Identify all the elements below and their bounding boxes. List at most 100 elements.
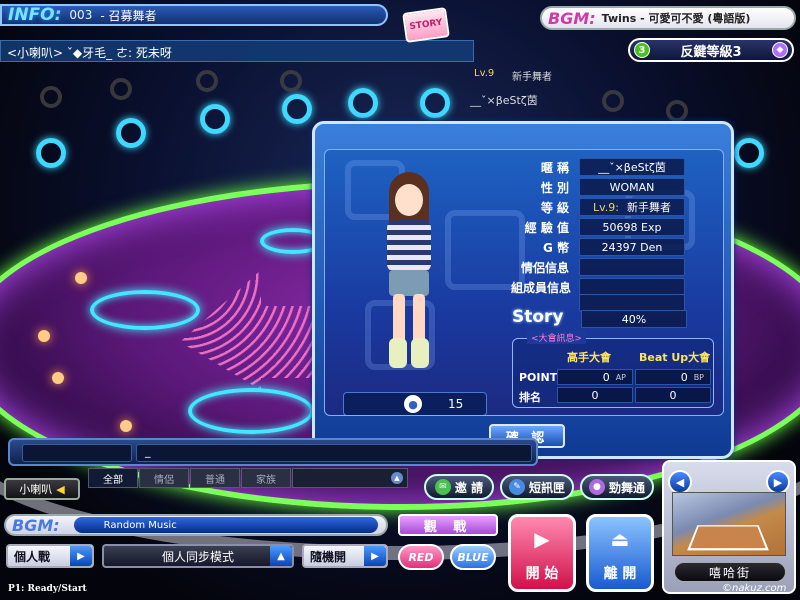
chat-input[interactable]: _ [136,444,532,462]
bgm-song-title: Twins - 可愛可不愛 (粵語版) [601,12,751,25]
watch-button[interactable]: 觀 戰 [398,514,498,536]
speaker-label: 小喇叭 [19,483,53,496]
field-exp: 經 驗 值 50698 Exp [511,218,705,236]
nickname-value: __ˇ×βeStζ茵 [579,158,685,176]
info-logo: INFO: [8,5,62,25]
exp-value: 50698 Exp [579,218,685,236]
light-ring [282,94,312,124]
location-panel: ◀ ▶ 嘻哈街 [662,460,796,594]
bgm-select-bar[interactable]: BGM: Random Music [4,514,388,536]
invite-button[interactable]: ✉ 邀 請 [424,474,494,500]
beatup-point: 0 BP [635,369,711,385]
floor-ring [188,388,314,434]
play-icon: ▶ [534,527,550,551]
leave-button[interactable]: ⏏ 離 開 [586,514,654,592]
room-info-bar: INFO: 003 - 召募舞者 [0,4,388,26]
light-ring-off [40,86,62,108]
dance-messenger-label: 勁舞通 [608,480,645,495]
field-nickname: 暱 稱 __ˇ×βeStζ茵 [511,158,705,176]
tournament-col-master: 高手大會 [567,351,611,364]
chat-tabs: 全部 情侶 普通 家族 ▲ [88,468,408,488]
master-rank: 0 [557,387,633,403]
tournament-info: <大會訊息> 高手大會 Beat Up大會 POINT 排名 0 AP 0 BP… [512,331,714,408]
field-gender: 性 別 WOMAN [511,178,705,196]
team-red-button[interactable]: RED [398,544,444,570]
tab-all[interactable]: 全部 [88,468,138,488]
gem-icon: ◆ [772,42,788,58]
beatup-point-value: 0 [680,370,688,384]
light-ring-off [666,100,688,122]
field-label: 情侶信息 [520,260,569,275]
beatup-rank: 0 [635,387,711,403]
light-ring [348,88,378,118]
light-ring-off [196,70,218,92]
light-ring-off [280,70,302,92]
floor-light [75,272,87,284]
light-ring [116,118,146,148]
level-label: 反鍵等級3 [680,44,742,60]
chevron-right-icon[interactable]: ▶ [364,546,386,566]
broadcast-message: <小喇叭> ˇ◆牙毛_ ㄜ: 死未呀 [0,40,474,62]
eject-icon: ⏏ [610,527,630,551]
invite-icon: ✉ [434,479,451,495]
floor-light [120,420,132,432]
rank-title: 新手舞者 [627,201,671,214]
tournament-title: <大會訊息> [527,331,587,344]
player-avatar [375,172,445,372]
beatup-point-unit: BP [693,372,704,382]
chevron-right-icon[interactable]: ▶ [70,546,92,566]
sms-label: 短訊匣 [528,480,565,495]
sync-mode-selector[interactable]: 個人同步模式 ▲ [102,544,294,568]
light-ring-off [110,78,132,100]
field-label: 組成員信息 [511,280,572,295]
field-label: 等 級 [540,200,569,215]
status-text: P1: Ready/Start [8,584,87,594]
tab-family[interactable]: 家族 [241,468,291,488]
dance-messenger-button[interactable]: ● 勁舞通 [580,474,654,500]
leave-label: 離 開 [603,566,637,582]
story-icon[interactable]: STORY [402,7,450,43]
level-number-badge: 3 [634,42,650,58]
game-screen: Lv.9 新手舞者 __ˇ×βeStζ茵 INFO: 003 - 召募舞者 <小… [0,0,800,600]
gcoin-value: 24397 Den [579,238,685,256]
chat-scroll[interactable]: ▲ [292,468,408,488]
start-button[interactable]: ▶ 開 始 [508,514,576,592]
location-name: 嘻哈街 [674,562,786,582]
floor-player-level: Lv.9 [474,68,495,79]
avatar-popularity: ● 15 [343,392,487,415]
field-level: 等 級 Lv.9: 新手舞者 [511,198,705,216]
field-label: 性 別 [540,180,569,195]
scroll-up-icon[interactable]: ▲ [391,472,403,484]
couple-value [579,258,685,276]
chat-target-field[interactable] [22,444,132,462]
chevron-up-icon[interactable]: ▲ [270,546,292,566]
chevron-right-icon[interactable]: ▶ [766,470,790,494]
field-couple: 情侶信息 [511,258,705,276]
floor-ring [90,290,200,330]
battle-mode-selector[interactable]: 個人戰 ▶ [6,544,94,568]
bgm-logo: BGM: [548,8,596,28]
difficulty-level-selector[interactable]: 3 反鍵等級3 ◆ [628,38,794,62]
floor-player-rank: 新手舞者 [512,72,552,83]
invite-label: 邀 請 [454,480,484,495]
chevron-left-icon[interactable]: ◀ [668,470,692,494]
light-ring [36,138,66,168]
room-number: 003 [69,8,93,22]
floor-light [52,372,64,384]
speaker-button[interactable]: 小喇叭 ◀ [4,478,80,500]
tab-normal[interactable]: 普通 [190,468,240,488]
point-label: POINT [519,371,558,384]
location-preview-image [672,492,786,556]
sms-button[interactable]: ✎ 短訊匣 [500,474,574,500]
bgm-selected-song: Random Music [73,517,378,533]
level-value: Lv.9: 新手舞者 [579,198,685,216]
floor-player-name: __ˇ×βeStζ茵 [470,94,538,107]
floor-light [38,330,50,342]
random-open-selector[interactable]: 隨機開 ▶ [302,544,388,568]
messenger-icon: ● [588,479,605,495]
field-label: 暱 稱 [540,160,569,175]
tab-couple[interactable]: 情侶 [139,468,189,488]
master-point-unit: AP [615,372,626,382]
mail-icon: ✎ [508,479,525,495]
team-blue-button[interactable]: BLUE [450,544,496,570]
